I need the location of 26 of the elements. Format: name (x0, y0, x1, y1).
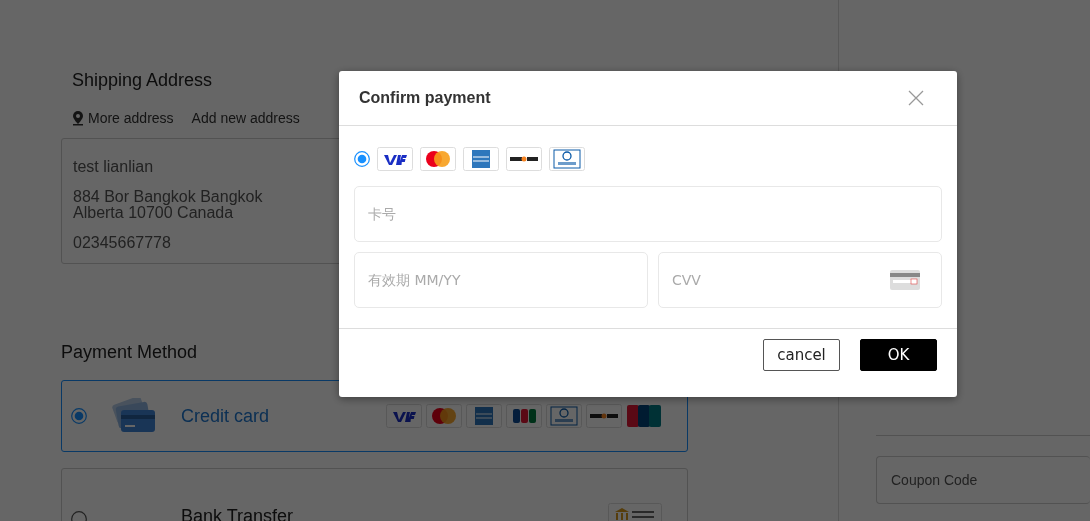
mastercard-logo-icon (426, 404, 462, 428)
section-title: Shipping Address (72, 69, 214, 92)
recipient-name: test lianlian (73, 159, 154, 175)
mastercard-logo-icon (420, 147, 456, 171)
add-address-link[interactable]: Add new address (191, 110, 300, 126)
more-address-link[interactable]: More address (72, 110, 174, 126)
card-back-icon (890, 270, 920, 290)
radio-button[interactable] (354, 151, 370, 167)
payment-method-label: Credit card (181, 405, 270, 427)
card-number-field[interactable]: 卡号 (354, 186, 942, 242)
phone-number: 02345667778 (73, 235, 171, 251)
cancel-button[interactable]: cancel (763, 339, 840, 371)
coupon-code-field[interactable]: Coupon Code (876, 456, 1090, 504)
ok-button[interactable]: OK (860, 339, 937, 371)
bank-transfer-logo-icon (608, 503, 662, 521)
expiry-date-field[interactable]: 有效期 MM/YY (354, 252, 648, 308)
dialog-title: Confirm payment (359, 89, 491, 107)
visa-logo-icon (386, 404, 422, 428)
location-pin-icon (72, 110, 84, 126)
close-icon[interactable] (908, 90, 924, 106)
cvv-field[interactable]: CVV (658, 252, 942, 308)
radio-button[interactable] (71, 408, 87, 424)
credit-cards-icon (111, 398, 157, 434)
address-text: 884 Bor Bangkok Bangkok Alberta 10700 Canada (73, 189, 263, 221)
section-title: Payment Method (61, 341, 199, 364)
visa-logo-icon (377, 147, 413, 171)
